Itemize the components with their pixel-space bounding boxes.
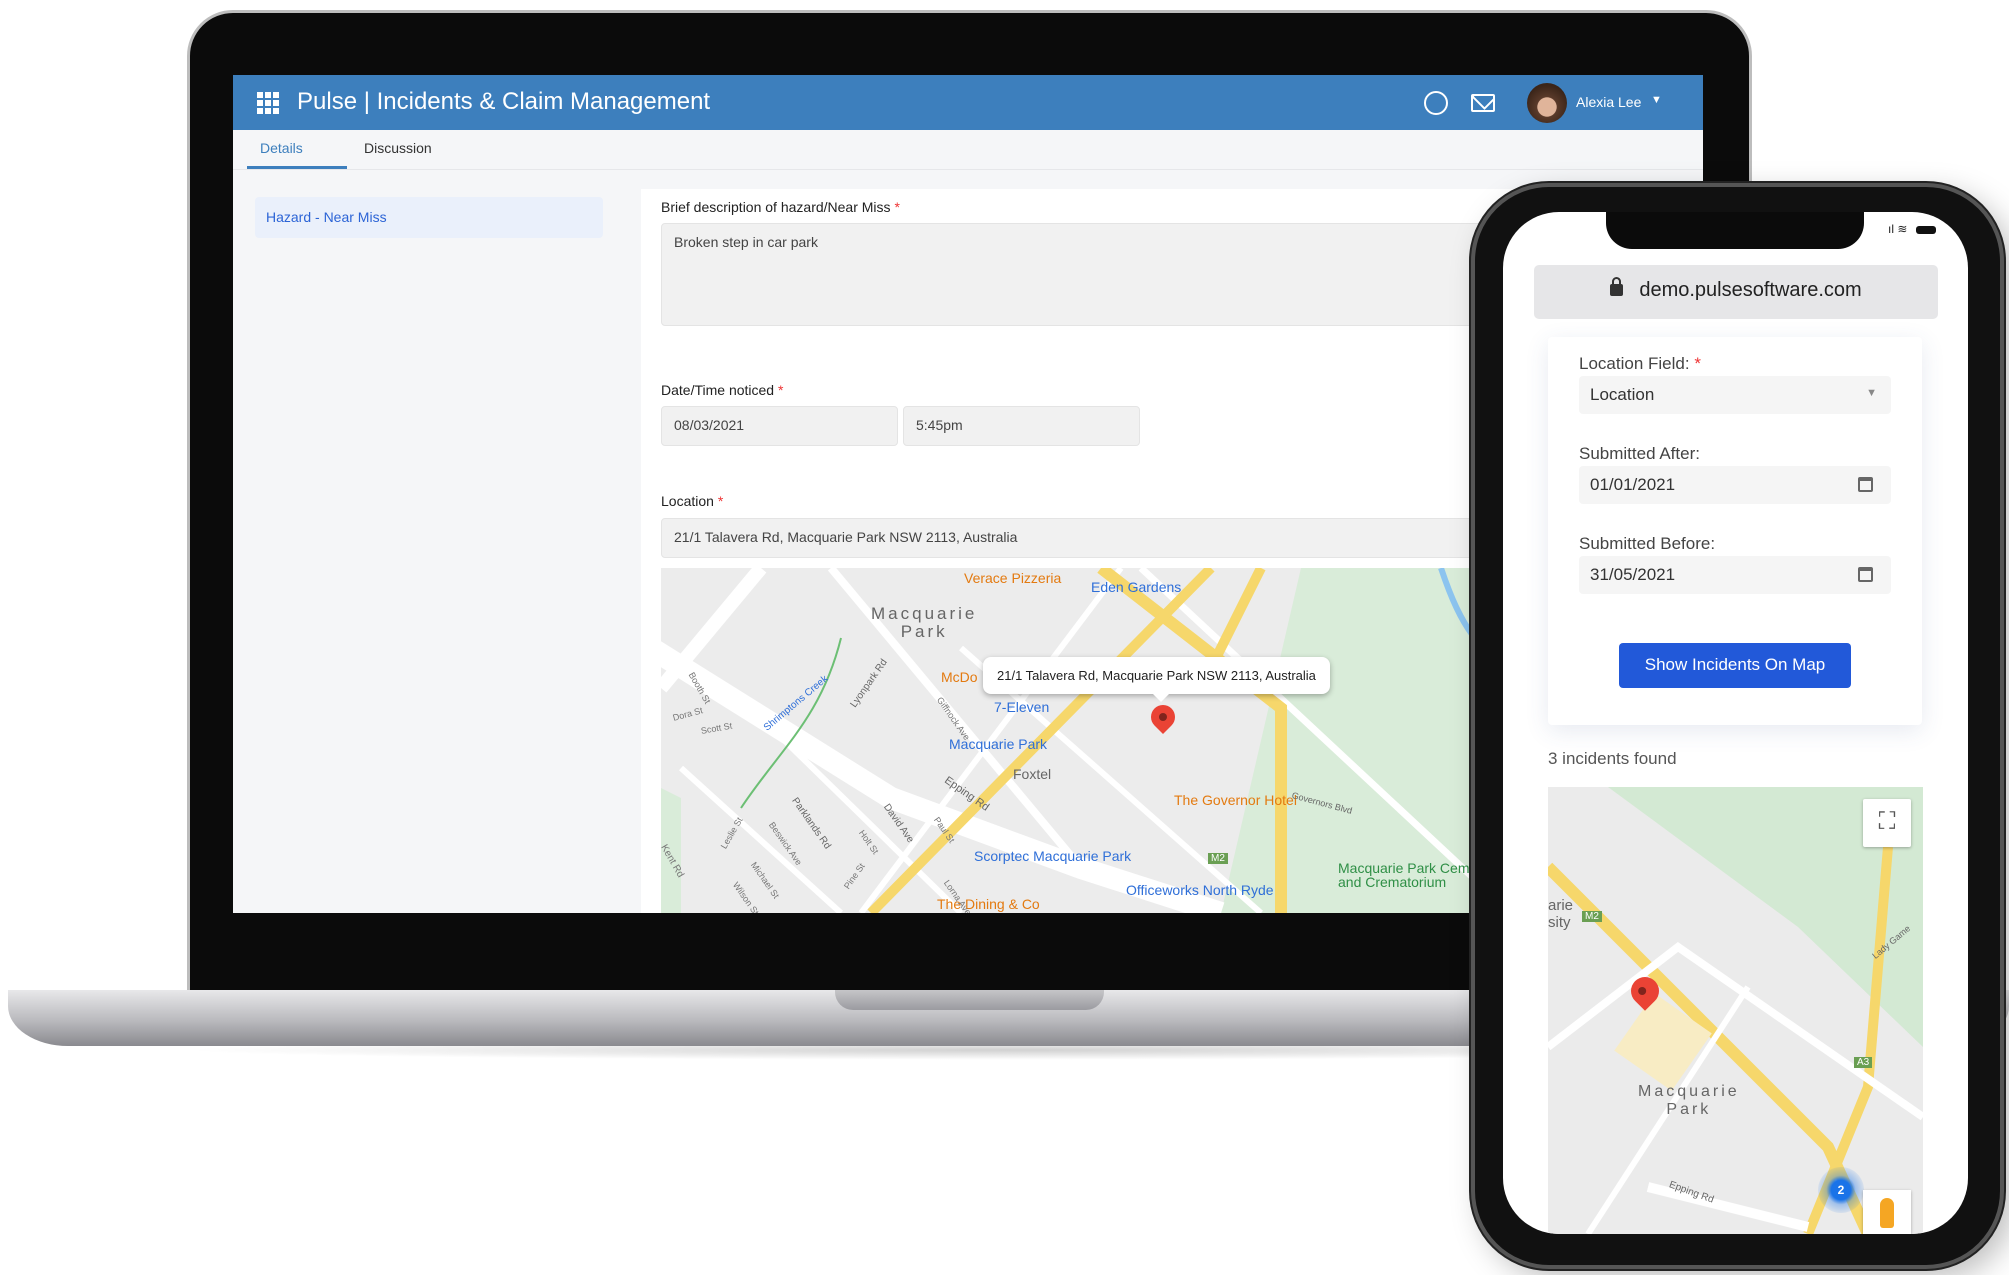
road-badge: A3 [1854,1057,1873,1068]
map-label: arie [1548,897,1574,914]
submitted-after-input[interactable]: 01/01/2021 [1579,466,1891,504]
map-place[interactable]: Officeworks North Ryde [1126,882,1274,898]
map-place[interactable]: Foxtel [1013,766,1051,782]
road-badge: M2 [1582,911,1602,922]
location-label: Location * [661,493,723,509]
date-input[interactable]: 08/03/2021 [661,406,898,446]
location-field-label-text: Location Field: [1579,354,1690,373]
calendar-icon[interactable] [1858,477,1873,492]
submitted-before-input[interactable]: 31/05/2021 [1579,556,1891,594]
phone-notch [1606,212,1864,249]
grid-icon[interactable] [257,92,279,114]
submitted-before-label: Submitted Before: [1579,534,1716,553]
battery-icon [1916,226,1936,234]
chevron-down-icon: ▼ [1866,387,1877,399]
signal-wifi-icon: ıl ≋ [1888,222,1908,236]
map-place[interactable]: Scorptec Macquarie Park [974,848,1131,864]
date-value: 31/05/2021 [1590,565,1676,584]
required-marker: * [717,493,724,509]
map-place[interactable]: Verace Pizzeria [964,570,1061,586]
submitted-after-label: Submitted After: [1579,444,1700,463]
phone-screen: ıl ≋ demo.pulsesoftware.com Location Fie… [1503,212,1968,1234]
lock-icon [1610,277,1624,296]
location-label-text: Location [661,493,714,509]
map-roads [1548,787,1923,1234]
map-place[interactable]: McDo [941,669,978,685]
incidents-map[interactable]: arie sity Macquarie Park Epping Rd Lady … [1548,787,1923,1234]
tab-details[interactable]: Details [260,140,303,156]
date-value: 01/01/2021 [1590,475,1676,494]
description-label-text: Brief description of hazard/Near Miss [661,199,891,215]
mail-icon[interactable] [1471,94,1495,112]
fullscreen-icon[interactable]: ⛶ [1863,799,1911,847]
user-name[interactable]: Alexia Lee [1576,94,1641,110]
active-tab-indicator [247,166,347,169]
map-info-tooltip: 21/1 Talavera Rd, Macquarie Park NSW 211… [983,657,1330,702]
avatar[interactable] [1527,83,1567,123]
calendar-icon[interactable] [1858,567,1873,582]
globe-icon[interactable] [1424,91,1448,115]
show-incidents-button[interactable]: Show Incidents On Map [1619,643,1851,688]
location-field-label: Location Field: * [1579,354,1701,374]
map-area-label: Macquarie Park [871,604,978,641]
road [1646,1182,1810,1232]
required-marker: * [777,382,784,398]
app-title: Pulse | Incidents & Claim Management [297,88,711,115]
url-bar[interactable]: demo.pulsesoftware.com [1534,265,1938,319]
app-header: Pulse | Incidents & Claim Management Ale… [233,75,1703,130]
results-count: 3 incidents found [1548,749,1677,768]
map-area-label: Macquarie Park [1638,1083,1740,1118]
marker-cluster[interactable]: 2 [1818,1167,1864,1213]
location-field-select[interactable]: Location ▼ [1579,376,1891,414]
url-text: demo.pulsesoftware.com [1639,279,1862,301]
laptop-notch [835,990,1104,1010]
required-marker: * [894,199,900,215]
datetime-label-text: Date/Time noticed [661,382,775,398]
map-label: sity [1548,914,1571,931]
street-view-icon[interactable] [1863,1190,1911,1234]
road [661,568,767,693]
map-place[interactable]: and Crematorium [1338,874,1446,890]
tab-discussion[interactable]: Discussion [364,140,432,156]
chevron-down-icon[interactable]: ▼ [1651,94,1662,106]
road-badge: M2 [1208,853,1228,864]
description-label: Brief description of hazard/Near Miss * [661,199,900,215]
tab-bar: Details Discussion [233,130,1703,170]
time-input[interactable]: 5:45pm [903,406,1140,446]
map-place[interactable]: The Governor Hotel [1174,792,1297,808]
sidebar-item-hazard-near-miss[interactable]: Hazard - Near Miss [255,197,603,238]
datetime-label: Date/Time noticed * [661,382,783,398]
map-place[interactable]: Eden Gardens [1091,579,1181,595]
select-value: Location [1590,385,1655,404]
required-marker: * [1694,354,1701,373]
map-place[interactable]: 7-Eleven [994,699,1049,715]
